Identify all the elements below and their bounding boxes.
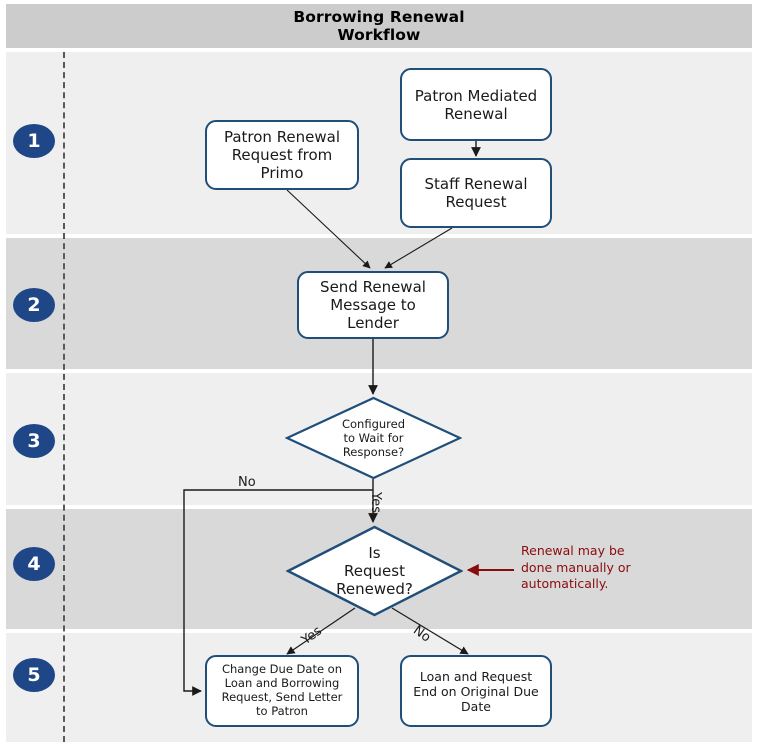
edge-label-wait-no-text: No: [238, 475, 256, 490]
node-send-renewal-message[interactable]: Send Renewal Message to Lender: [297, 271, 449, 339]
node-loan-request-end[interactable]: Loan and Request End on Original Due Dat…: [400, 655, 552, 727]
node-patron-mediated-renewal[interactable]: Patron Mediated Renewal: [400, 68, 552, 141]
annotation-renewal-note: Renewal may be done manually or automati…: [521, 543, 631, 591]
step-badge-5-label: 5: [27, 663, 41, 686]
lane-band-1: [6, 52, 752, 234]
edge-label-wait-yes-text: Yes: [368, 492, 383, 513]
step-badge-1-label: 1: [27, 129, 41, 152]
step-badge-3-label: 3: [27, 429, 41, 452]
node-send-renewal-message-label: Send Renewal Message to Lender: [320, 278, 426, 332]
step-badge-5: 5: [13, 658, 55, 692]
node-patron-renewal-request-label: Patron Renewal Request from Primo: [223, 128, 341, 182]
node-patron-renewal-request[interactable]: Patron Renewal Request from Primo: [205, 120, 359, 190]
step-badge-2-label: 2: [27, 293, 41, 316]
edge-label-wait-yes: Yes: [368, 492, 383, 513]
diamond-shape-configured-to-wait: [284, 396, 463, 480]
node-change-due-date[interactable]: Change Due Date on Loan and Borrowing Re…: [205, 655, 359, 727]
node-patron-mediated-renewal-label: Patron Mediated Renewal: [414, 86, 538, 123]
node-staff-renewal-request-label: Staff Renewal Request: [424, 175, 528, 211]
workflow-diagram: Borrowing Renewal Workflow 1 2 3 4 5 Pat…: [0, 0, 758, 749]
node-change-due-date-label: Change Due Date on Loan and Borrowing Re…: [221, 662, 343, 718]
step-badge-4: 4: [13, 547, 55, 581]
lane-divider: [63, 52, 65, 742]
step-badge-1: 1: [13, 124, 55, 158]
node-staff-renewal-request[interactable]: Staff Renewal Request: [400, 158, 552, 228]
step-badge-4-label: 4: [27, 552, 41, 575]
page-title: Borrowing Renewal Workflow: [293, 7, 465, 44]
step-badge-2: 2: [13, 288, 55, 322]
diagram-header: Borrowing Renewal Workflow: [6, 4, 752, 48]
diamond-shape-is-request-renewed: [285, 525, 464, 617]
step-badge-3: 3: [13, 424, 55, 458]
decision-is-request-renewed[interactable]: Is Request Renewed?: [285, 525, 464, 617]
decision-configured-to-wait[interactable]: Configured to Wait for Response?: [284, 396, 463, 480]
edge-label-wait-no: No: [238, 475, 256, 490]
node-loan-request-end-label: Loan and Request End on Original Due Dat…: [413, 668, 539, 714]
lane-band-5: [6, 633, 752, 742]
